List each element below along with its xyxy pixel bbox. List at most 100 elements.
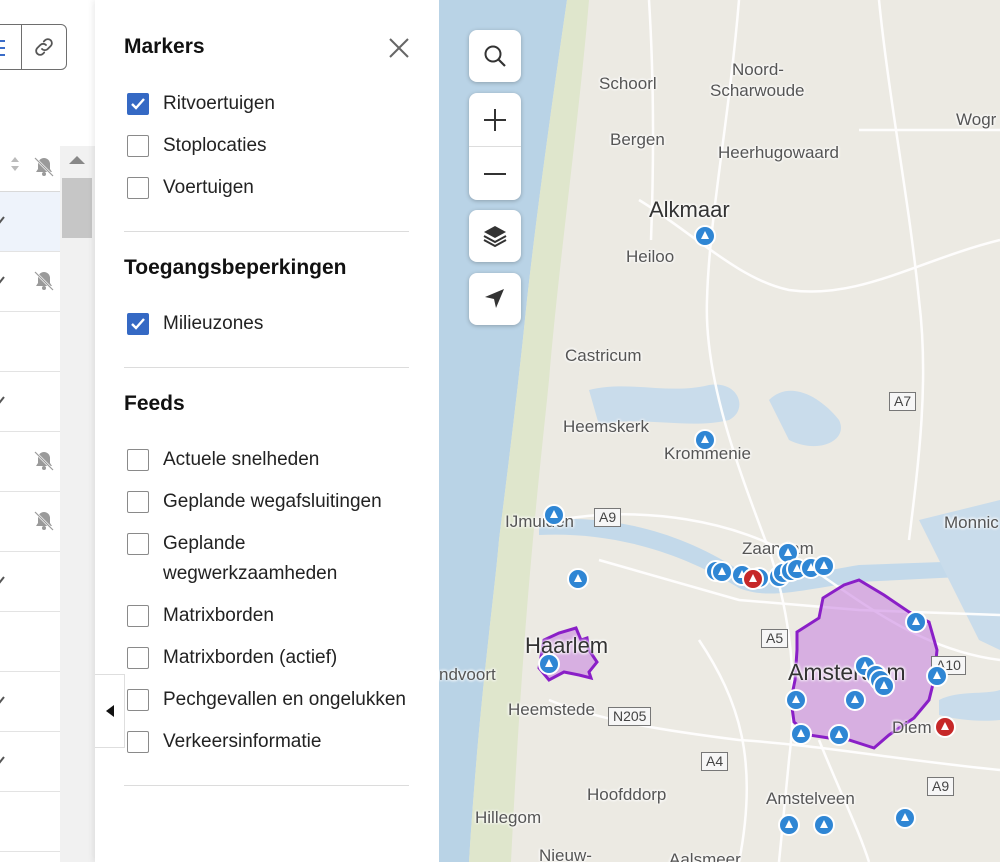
option-markers-1[interactable]: Stoplocaties	[127, 131, 267, 161]
table-row[interactable]	[0, 792, 60, 852]
link-icon	[35, 38, 53, 56]
vehicle-marker[interactable]	[813, 814, 835, 836]
pencil-icon[interactable]	[0, 275, 6, 289]
map-layers-button[interactable]	[469, 210, 521, 262]
vehicle-marker[interactable]	[873, 675, 895, 697]
vehicle-marker-layer	[538, 225, 956, 836]
vehicle-marker[interactable]	[790, 723, 812, 745]
checkbox[interactable]	[127, 449, 149, 471]
map-layers-panel: Markers Ritvoertuigen Stoplocaties Voertui…	[95, 0, 439, 862]
checkbox[interactable]	[127, 605, 149, 627]
scroll-up-icon[interactable]	[68, 154, 86, 166]
pencil-icon[interactable]	[0, 695, 6, 709]
vehicle-marker[interactable]	[828, 724, 850, 746]
bell-muted-icon[interactable]	[34, 451, 54, 471]
option-label: Geplande wegafsluitingen	[163, 491, 382, 512]
layers-icon	[483, 226, 507, 248]
checkbox[interactable]	[127, 135, 149, 157]
vehicle-marker[interactable]	[543, 504, 565, 526]
checkbox[interactable]	[127, 313, 149, 335]
table-row[interactable]	[0, 732, 60, 792]
option-label: Matrixborden	[163, 605, 274, 626]
vehicle-marker[interactable]	[567, 568, 589, 590]
checkbox[interactable]	[127, 491, 149, 513]
checkbox[interactable]	[127, 533, 149, 555]
table-scrollbar[interactable]	[60, 146, 95, 862]
table-row[interactable]	[0, 372, 60, 432]
vehicle-marker[interactable]	[785, 689, 807, 711]
list-icon	[0, 40, 5, 56]
vehicle-marker[interactable]	[694, 225, 716, 247]
pencil-icon[interactable]	[0, 215, 6, 229]
table-row[interactable]	[0, 432, 60, 492]
option-label: Milieuzones	[163, 313, 264, 334]
access-restrictions-title: Toegangsbeperkingen	[124, 256, 347, 279]
collapse-panel-button[interactable]	[95, 674, 125, 748]
option-feeds-0[interactable]: Actuele snelheden	[127, 445, 319, 475]
option-markers-2[interactable]: Voertuigen	[127, 173, 254, 203]
vehicle-marker[interactable]	[905, 611, 927, 633]
vehicle-marker[interactable]	[926, 665, 948, 687]
list-view-button[interactable]	[0, 24, 22, 70]
close-icon	[389, 38, 409, 58]
option-label: Pechgevallen en ongelukken	[163, 689, 406, 710]
zoom-out-button[interactable]	[469, 147, 521, 200]
alert-vehicle-marker[interactable]	[934, 716, 956, 738]
pencil-icon[interactable]	[0, 755, 6, 769]
option-label: Voertuigen	[163, 177, 254, 198]
option-feeds-1[interactable]: Geplande wegafsluitingen	[127, 487, 382, 517]
table-row[interactable]	[0, 672, 60, 732]
checkbox[interactable]	[127, 93, 149, 115]
option-feeds-4[interactable]: Matrixborden (actief)	[127, 643, 337, 673]
option-label: Ritvoertuigen	[163, 93, 275, 114]
option-feeds-2[interactable]: Geplande wegwerkzaamheden	[127, 529, 363, 589]
pencil-icon[interactable]	[0, 575, 6, 589]
vehicle-marker[interactable]	[538, 653, 560, 675]
alert-vehicle-marker[interactable]	[742, 568, 764, 590]
bell-muted-icon[interactable]	[34, 511, 54, 531]
option-label: Matrixborden (actief)	[163, 647, 338, 668]
checkbox[interactable]	[127, 177, 149, 199]
divider	[124, 231, 409, 232]
scroll-thumb[interactable]	[62, 178, 92, 238]
bell-muted-icon[interactable]	[34, 271, 54, 291]
option-feeds-5[interactable]: Pechgevallen en ongelukken	[127, 685, 406, 715]
checkbox[interactable]	[127, 689, 149, 711]
option-label: Stoplocaties	[163, 135, 267, 156]
option-feeds-3[interactable]: Matrixborden	[127, 601, 274, 631]
option-access-0[interactable]: Milieuzones	[127, 309, 263, 339]
vehicle-marker[interactable]	[894, 807, 916, 829]
table-row[interactable]	[0, 492, 60, 552]
minus-icon	[484, 172, 506, 175]
my-location-button[interactable]	[469, 273, 521, 325]
option-label: Geplande wegwerkzaamheden	[163, 533, 338, 584]
plus-icon	[484, 108, 506, 131]
option-feeds-6[interactable]: Verkeersinformatie	[127, 727, 321, 757]
checkbox[interactable]	[127, 731, 149, 753]
vehicle-marker[interactable]	[778, 814, 800, 836]
table-row[interactable]	[0, 552, 60, 612]
table-row[interactable]	[0, 312, 60, 372]
map-search-button[interactable]	[469, 30, 521, 82]
zoom-controls	[469, 93, 521, 200]
vehicle-marker[interactable]	[694, 429, 716, 451]
vehicle-marker[interactable]	[813, 555, 835, 577]
vehicle-marker[interactable]	[711, 561, 733, 583]
vehicle-marker[interactable]	[844, 689, 866, 711]
checkbox[interactable]	[127, 647, 149, 669]
markers-title: Markers	[124, 35, 205, 58]
bell-muted-icon[interactable]	[34, 157, 54, 177]
share-link-button[interactable]	[21, 24, 67, 70]
pencil-icon[interactable]	[0, 395, 6, 409]
table-row[interactable]	[0, 192, 60, 252]
zoom-in-button[interactable]	[469, 93, 521, 147]
navigation-arrow-icon	[485, 289, 504, 308]
sort-icon[interactable]	[11, 157, 19, 171]
feeds-title: Feeds	[124, 392, 185, 415]
option-markers-0[interactable]: Ritvoertuigen	[127, 89, 275, 119]
table-row[interactable]	[0, 252, 60, 312]
vehicle-table-strip	[0, 0, 95, 862]
close-button[interactable]	[385, 34, 413, 62]
map-view[interactable]: Schoorl Noord- Scharwoude Wogr Bergen He…	[439, 0, 1000, 862]
table-row[interactable]	[0, 612, 60, 672]
